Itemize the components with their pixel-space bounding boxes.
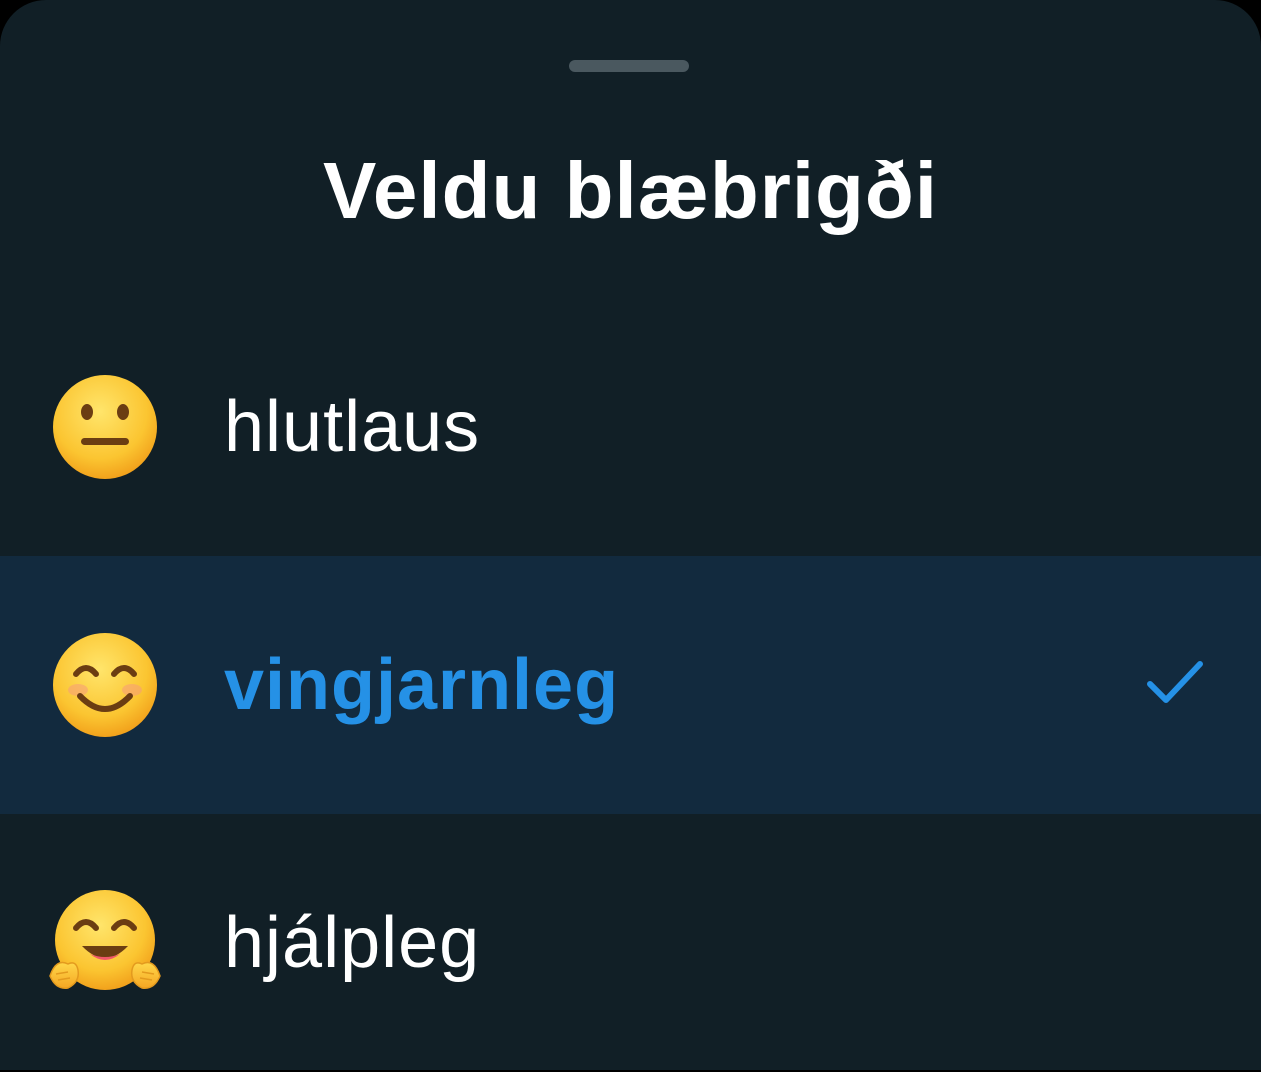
tone-option-friendly[interactable]: vingjarnleg — [0, 556, 1261, 814]
checkmark-icon — [1147, 661, 1203, 703]
tone-option-label: hjálpleg — [224, 903, 481, 983]
tone-option-neutral[interactable]: hlutlaus — [0, 298, 1261, 556]
smiling-face-icon — [53, 633, 157, 737]
tone-option-label: hlutlaus — [224, 387, 481, 467]
tone-option-label: vingjarnleg — [224, 645, 620, 725]
hugging-face-icon — [49, 890, 161, 990]
tone-picker-sheet: Veldu blæbrigði hlutlaus vingjarnleg hjá… — [0, 0, 1261, 1070]
sheet-grabber-handle[interactable] — [569, 60, 689, 72]
sheet-title: Veldu blæbrigði — [322, 146, 939, 235]
tone-option-helpful[interactable]: hjálpleg — [0, 814, 1261, 1072]
neutral-face-icon — [53, 375, 157, 479]
